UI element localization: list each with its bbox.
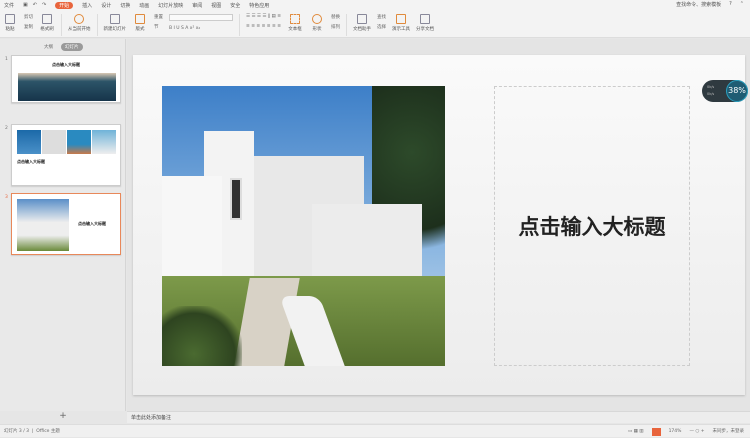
share-icon xyxy=(420,14,430,24)
find-button[interactable]: 查找 xyxy=(377,14,386,20)
slide-thumbnail-2[interactable]: 点击输入大标题 xyxy=(11,124,121,186)
undo-icon[interactable]: ↶ xyxy=(33,2,37,8)
section-button[interactable]: 节 xyxy=(154,24,163,30)
slide-info: 幻灯片 3 / 3 xyxy=(4,429,30,434)
editor-area: 点击输入大标题 xyxy=(127,39,750,411)
new-slide-icon xyxy=(109,14,120,24)
view-buttons[interactable]: ▭ ▦ ▥ xyxy=(628,425,644,438)
title-placeholder[interactable]: 点击输入大标题 xyxy=(494,86,690,366)
align-buttons[interactable]: ≡ ≡ ≡ ≡ ≡ ≡ ≡ xyxy=(246,24,281,29)
slideshow-play-icon[interactable] xyxy=(651,427,661,436)
tab-security[interactable]: 安全 xyxy=(230,2,240,9)
textbox-icon xyxy=(290,14,300,24)
textbox-button[interactable]: 文本框 xyxy=(287,14,303,32)
present-icon xyxy=(396,14,406,24)
replace-button[interactable]: 替换 xyxy=(331,14,340,20)
menu-bar: 文件 ▣ ↶ ↷ 开始 插入 设计 切换 动画 幻灯片放映 审阅 视图 安全 特色应… xyxy=(0,0,750,10)
layout-button[interactable]: 版式 xyxy=(132,14,148,32)
help-icon[interactable]: ? xyxy=(729,1,732,8)
slide-panel: 大纲 幻灯片 1 点击输入大标题 2 点击输入大标题 3 点击输入大标题 + xyxy=(0,39,126,421)
new-slide-button[interactable]: 新建幻灯片 xyxy=(104,14,126,32)
share-button[interactable]: 分享文档 xyxy=(416,14,434,32)
tab-outline[interactable]: 大纲 xyxy=(40,43,57,51)
tab-review[interactable]: 审阅 xyxy=(192,2,202,9)
layout-icon xyxy=(135,14,145,24)
ocean-image xyxy=(18,73,116,101)
status-bar: 幻灯片 3 / 3 | Office 主题 ▭ ▦ ▥ 174% — ○ + 未… xyxy=(0,424,750,437)
add-slide-button[interactable]: + xyxy=(0,410,126,422)
shape-button[interactable]: 形状 xyxy=(309,14,325,32)
present-tools-button[interactable]: 演示工具 xyxy=(392,14,410,32)
tab-insert[interactable]: 插入 xyxy=(82,2,92,9)
format-painter-button[interactable]: 格式刷 xyxy=(39,14,55,32)
doc-assistant-button[interactable]: 文档助手 xyxy=(353,14,371,32)
network-speed-widget[interactable]: 0k/s 0k/s 38% xyxy=(702,80,748,102)
play-icon xyxy=(74,14,85,24)
shape-icon xyxy=(312,14,322,24)
notes-input[interactable]: 单击此处添加备注 xyxy=(127,411,750,423)
arrange-button[interactable]: 排列 xyxy=(331,24,340,30)
font-size-input[interactable] xyxy=(169,14,233,21)
slide-title[interactable]: 点击输入大标题 xyxy=(495,87,689,365)
brush-icon xyxy=(42,14,52,24)
upload-speed: 0k/s xyxy=(707,85,715,89)
tab-slideshow[interactable]: 幻灯片放映 xyxy=(158,2,183,9)
doc-icon xyxy=(357,14,367,24)
zoom-slider[interactable]: — ○ + xyxy=(689,425,704,438)
list-buttons[interactable]: ☰ ☰ ☰ ☰ ‖ ▤ ≡ xyxy=(246,14,281,19)
file-menu[interactable]: 文件 xyxy=(4,2,14,9)
slide-thumbnail-1[interactable]: 点击输入大标题 xyxy=(11,55,121,103)
theme-name: Office 主题 xyxy=(36,429,60,434)
tab-slides[interactable]: 幻灯片 xyxy=(61,43,83,51)
slide-canvas: 点击输入大标题 xyxy=(133,55,745,395)
tab-view[interactable]: 视图 xyxy=(211,2,221,9)
copy-button[interactable]: 复制 xyxy=(24,24,33,30)
font-format-buttons[interactable]: B I U S A x² x₂ xyxy=(169,26,233,31)
quick-access: ▣ ↶ ↷ xyxy=(23,2,46,8)
tab-animation[interactable]: 动画 xyxy=(139,2,149,9)
save-icon[interactable]: ▣ xyxy=(23,2,28,8)
tab-home[interactable]: 开始 xyxy=(55,1,74,9)
tab-features[interactable]: 特色应用 xyxy=(249,2,269,9)
tab-design[interactable]: 设计 xyxy=(101,2,111,9)
download-speed: 0k/s xyxy=(707,92,715,96)
cut-button[interactable]: 剪切 xyxy=(24,14,33,20)
from-current-button[interactable]: 从当前开始 xyxy=(68,14,91,32)
collapse-icon[interactable]: ⌃ xyxy=(740,1,744,8)
ribbon-toolbar: 粘贴 剪切复制 格式刷 从当前开始 新建幻灯片 版式 重置节 B I U S A… xyxy=(0,10,750,38)
paste-icon xyxy=(5,14,15,24)
reset-button[interactable]: 重置 xyxy=(154,14,163,20)
search-command[interactable]: 查找命令、搜索模板 xyxy=(676,1,721,8)
redo-icon[interactable]: ↷ xyxy=(42,2,46,8)
memory-percent: 38% xyxy=(726,80,748,102)
paste-button[interactable]: 粘贴 xyxy=(2,14,18,32)
slide-thumbnail-3[interactable]: 点击输入大标题 xyxy=(11,193,121,255)
zoom-level[interactable]: 174% xyxy=(669,425,682,438)
house-photo[interactable] xyxy=(162,86,445,366)
tab-transition[interactable]: 切换 xyxy=(120,2,130,9)
sync-status[interactable]: 未同步，未登录 xyxy=(713,425,745,438)
select-button[interactable]: 选择 xyxy=(377,24,386,30)
